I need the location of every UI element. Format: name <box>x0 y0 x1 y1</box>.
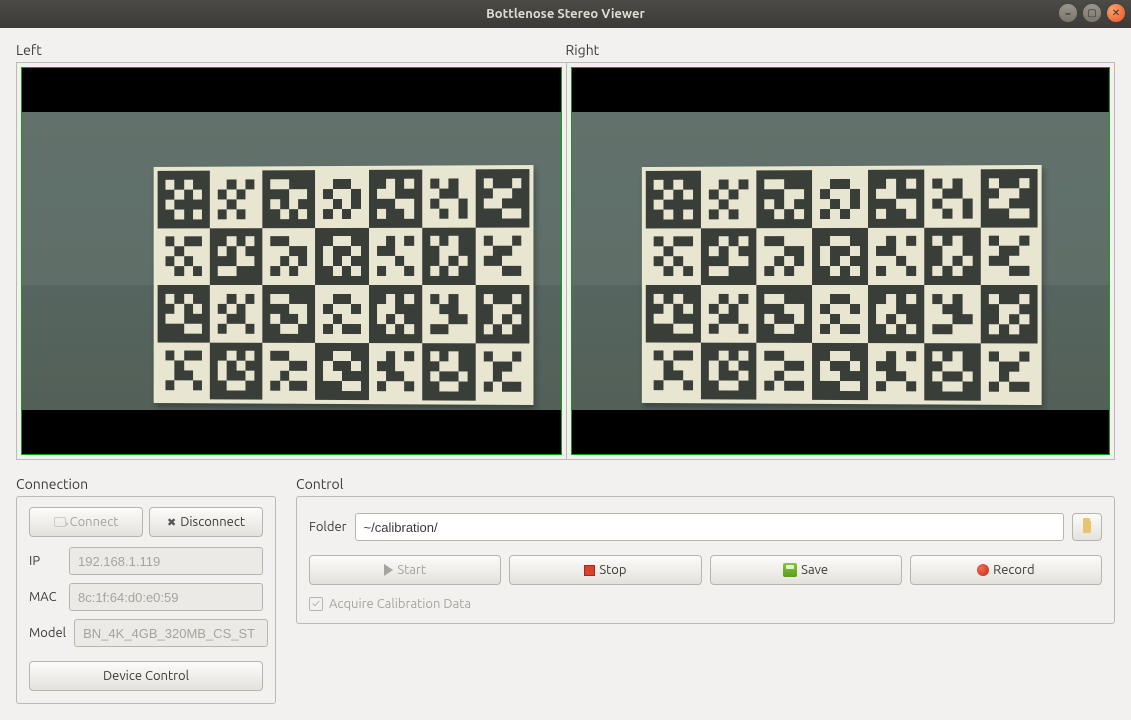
record-button[interactable]: Record <box>910 555 1102 585</box>
left-camera-view <box>21 67 562 455</box>
disconnect-label: Disconnect <box>180 515 245 529</box>
connect-label: Connect <box>70 515 119 529</box>
ip-label: IP <box>29 554 61 568</box>
right-view-frame <box>566 62 1116 460</box>
control-group: Folder Start Stop <box>296 496 1115 624</box>
acquire-checkbox-row[interactable]: ✓ Acquire Calibration Data <box>309 597 1102 611</box>
save-label: Save <box>801 563 828 577</box>
connect-icon <box>54 517 66 527</box>
play-icon <box>384 564 393 576</box>
calibration-board-right <box>642 165 1042 405</box>
control-label: Control <box>296 476 1115 492</box>
disconnect-icon <box>167 515 176 529</box>
connect-button[interactable]: Connect <box>29 507 143 537</box>
connection-group: Connect Disconnect IP MAC Model <box>16 496 276 704</box>
minimize-button[interactable]: – <box>1059 4 1077 22</box>
folder-label: Folder <box>309 520 347 534</box>
folder-input[interactable] <box>355 513 1064 541</box>
mac-label: MAC <box>29 590 61 604</box>
left-view-frame <box>16 62 566 460</box>
save-icon <box>783 563 797 577</box>
stop-icon <box>584 565 595 576</box>
titlebar: Bottlenose Stereo Viewer – ▢ ✕ <box>0 0 1131 28</box>
window-title: Bottlenose Stereo Viewer <box>486 7 645 21</box>
record-label: Record <box>993 563 1034 577</box>
device-control-label: Device Control <box>103 669 189 683</box>
disconnect-button[interactable]: Disconnect <box>149 507 263 537</box>
model-label: Model <box>29 626 66 640</box>
device-control-button[interactable]: Device Control <box>29 661 263 691</box>
save-button[interactable]: Save <box>710 555 902 585</box>
acquire-label: Acquire Calibration Data <box>329 597 471 611</box>
close-button[interactable]: ✕ <box>1107 4 1125 22</box>
mac-field[interactable] <box>69 583 263 611</box>
calibration-board-left <box>154 165 534 405</box>
left-view-label: Left <box>16 42 566 58</box>
maximize-button[interactable]: ▢ <box>1083 4 1101 22</box>
model-field[interactable] <box>74 619 268 647</box>
window-controls: – ▢ ✕ <box>1059 4 1125 22</box>
right-camera-view <box>571 67 1111 455</box>
right-view-label: Right <box>566 42 1116 58</box>
record-icon <box>977 564 989 576</box>
stop-label: Stop <box>599 563 626 577</box>
start-button[interactable]: Start <box>309 555 501 585</box>
browse-folder-button[interactable] <box>1072 513 1102 541</box>
connection-label: Connection <box>16 476 276 492</box>
folder-icon <box>1083 521 1091 533</box>
ip-field[interactable] <box>69 547 263 575</box>
acquire-checkbox[interactable]: ✓ <box>309 597 323 611</box>
stop-button[interactable]: Stop <box>509 555 701 585</box>
start-label: Start <box>397 563 426 577</box>
